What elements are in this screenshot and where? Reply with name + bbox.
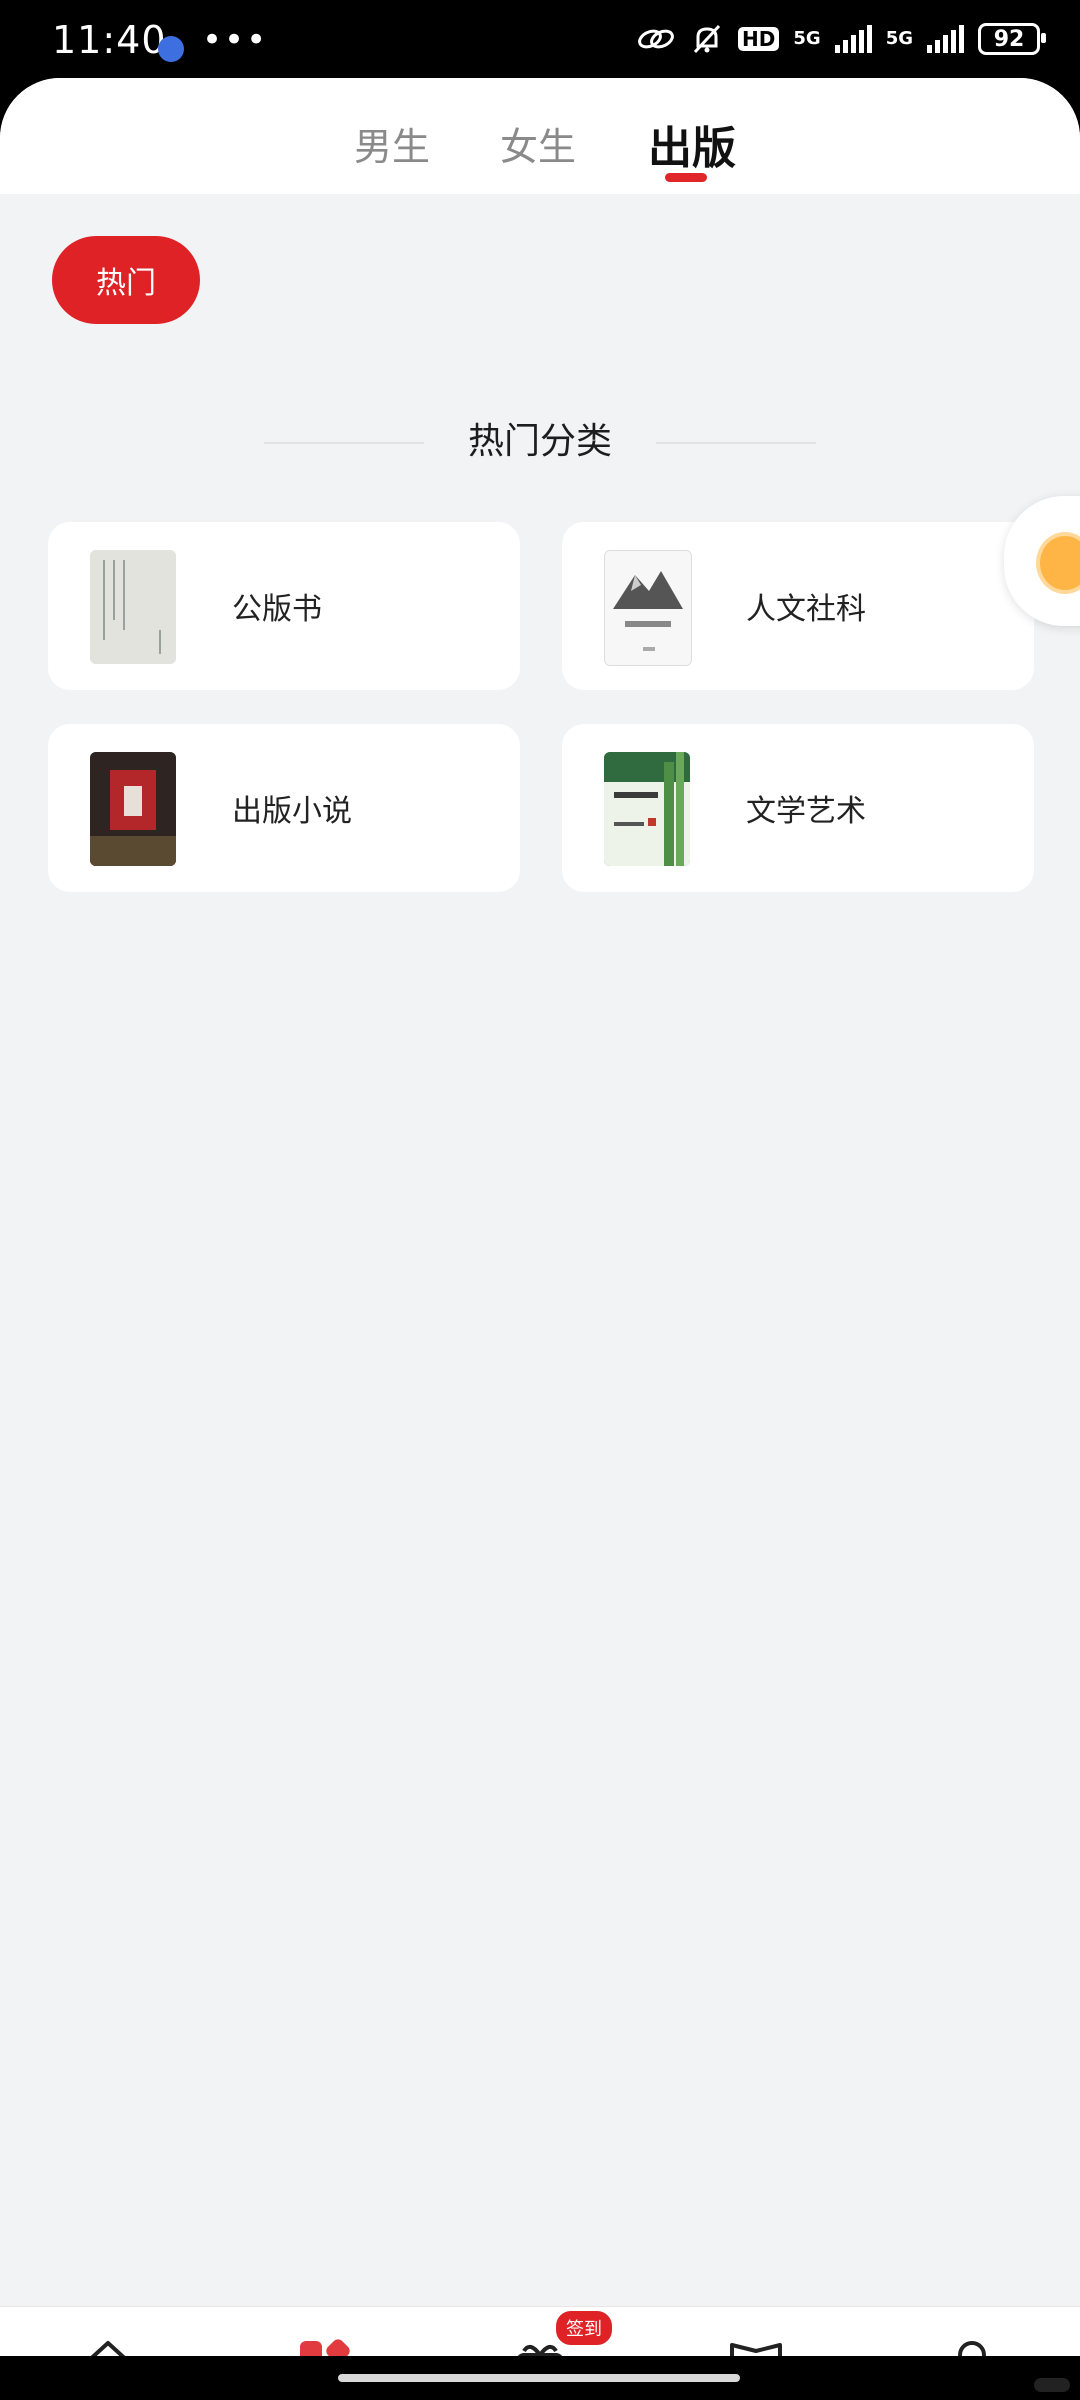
nav-profile[interactable]: 我的 xyxy=(864,2307,1080,2356)
active-tab-indicator xyxy=(665,173,707,182)
network-label-1: 5G xyxy=(793,28,821,49)
bottom-nav: 书城 分类 签到 福利 xyxy=(0,2306,1080,2356)
book-cover-image xyxy=(604,752,690,866)
status-bar: 11:40 ••• HD 5G 5G 92 xyxy=(0,0,1080,80)
book-cover-image xyxy=(90,752,176,866)
category-icon xyxy=(300,2339,350,2356)
battery-level: 92 xyxy=(993,26,1025,52)
nav-category[interactable]: 分类 xyxy=(216,2307,432,2356)
category-label: 公版书 xyxy=(232,592,322,627)
signal-bars-1-icon xyxy=(834,25,872,53)
signal-bars-2-icon xyxy=(927,25,964,53)
user-icon xyxy=(958,2341,986,2356)
category-card-literature-art[interactable]: 文学艺术 xyxy=(562,724,1034,892)
app-content: 男生 女生 出版 热门 热门分类 公版书 人文社科 出版小说 文学艺术 签到 xyxy=(0,78,1080,2356)
book-icon xyxy=(730,2343,782,2356)
category-card-humanities[interactable]: 人文社科 xyxy=(562,522,1034,690)
app-notification-icon xyxy=(158,36,184,62)
book-cover-image xyxy=(604,550,692,666)
status-icons: HD 5G 5G 92 xyxy=(636,22,1046,56)
hot-filter-label: 热门 xyxy=(96,266,156,301)
tab-female[interactable]: 女生 xyxy=(500,116,576,171)
category-card-published-novels[interactable]: 出版小说 xyxy=(48,724,520,892)
tab-published[interactable]: 出版 xyxy=(648,112,736,176)
category-label: 人文社科 xyxy=(746,592,866,627)
battery-icon: 92 xyxy=(978,23,1046,55)
coin-icon xyxy=(1036,532,1080,594)
signal-1: 5G xyxy=(793,30,820,48)
mute-bell-icon xyxy=(693,24,721,54)
sign-in-badge: 签到 xyxy=(554,2309,614,2347)
section-header: 热门分类 xyxy=(0,412,1080,472)
hd-badge: HD xyxy=(738,27,780,51)
nav-bookstore[interactable]: 书城 xyxy=(0,2307,216,2356)
network-label-2: 5G xyxy=(885,28,913,49)
home-icon xyxy=(90,2341,126,2356)
category-label: 出版小说 xyxy=(232,794,352,829)
home-indicator[interactable] xyxy=(338,2374,740,2382)
signal-2: 5G xyxy=(886,30,913,48)
status-time: 11:40 xyxy=(52,18,167,62)
more-notifications-icon: ••• xyxy=(202,20,269,60)
section-title: 热门分类 xyxy=(467,421,612,462)
nav-welfare[interactable]: 签到 福利 xyxy=(432,2307,648,2356)
category-label: 文学艺术 xyxy=(746,794,866,829)
tab-male[interactable]: 男生 xyxy=(354,116,430,171)
book-cover-image xyxy=(90,550,176,664)
link-icon xyxy=(638,29,674,49)
watermark xyxy=(1034,2378,1070,2392)
nav-bookshelf[interactable]: 书架 xyxy=(648,2307,864,2356)
top-tabs: 男生 女生 出版 xyxy=(0,78,1080,194)
section-divider-right xyxy=(656,442,816,444)
hot-filter-chip[interactable]: 热门 xyxy=(52,236,200,324)
category-card-public-domain[interactable]: 公版书 xyxy=(48,522,520,690)
